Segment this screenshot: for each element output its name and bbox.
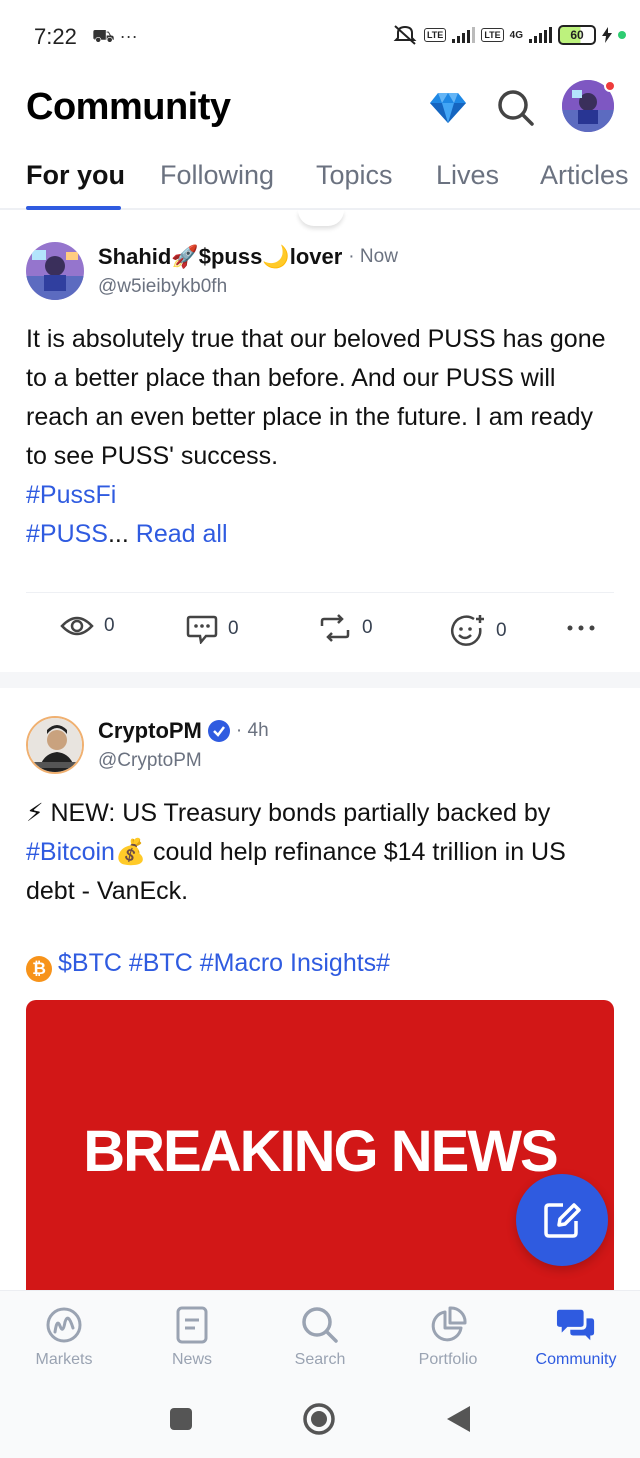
portfolio-icon xyxy=(428,1305,468,1345)
active-tab-indicator xyxy=(26,206,121,210)
eye-icon xyxy=(60,616,94,636)
views-action[interactable]: 0 xyxy=(60,614,115,638)
author-handle: @CryptoPM xyxy=(98,750,202,771)
signal-icon xyxy=(452,27,476,43)
tab-bar: For you Following Topics Lives Articles xyxy=(0,150,640,210)
search-icon xyxy=(300,1305,340,1345)
read-all-link[interactable]: Read all xyxy=(136,520,228,548)
recent-apps-button[interactable] xyxy=(168,1406,194,1437)
tab-lives[interactable]: Lives xyxy=(436,160,499,191)
nav-portfolio-label: Portfolio xyxy=(418,1351,478,1368)
post-text[interactable]: It is absolutely true that our beloved P… xyxy=(26,320,616,554)
repost-action[interactable]: 0 xyxy=(318,614,373,642)
coin-tags[interactable]: $BTC #BTC #Macro Insights# xyxy=(58,949,390,977)
markets-icon xyxy=(44,1305,84,1345)
author-line: Shahid🚀$puss🌙lover · Now xyxy=(98,244,398,270)
post-body-text: ⚡ NEW: US Treasury bonds partially backe… xyxy=(26,799,551,827)
nav-portfolio[interactable]: Portfolio xyxy=(384,1291,512,1381)
post-time: · 4h xyxy=(235,720,269,741)
author-avatar[interactable] xyxy=(26,242,84,300)
post-separator xyxy=(0,672,640,688)
system-nav-bar xyxy=(0,1380,640,1458)
volte-icon: LTE xyxy=(423,28,447,42)
diamond-icon[interactable] xyxy=(424,84,472,132)
page-title: Community xyxy=(26,86,231,128)
hashtag-link[interactable]: #PUSS xyxy=(26,520,108,548)
status-time: 7:22 xyxy=(34,24,77,49)
author-handle: @w5ieibykb0fh xyxy=(98,276,228,297)
comment-action[interactable]: 0 xyxy=(186,614,239,644)
status-notification-icons: ⛟ ··· xyxy=(92,26,138,46)
author-name[interactable]: Shahid🚀$puss🌙lover xyxy=(98,244,342,270)
tab-articles[interactable]: Articles xyxy=(540,160,629,191)
hashtag-link[interactable]: #Bitcoin xyxy=(26,838,115,866)
react-action[interactable]: 0 xyxy=(450,614,507,648)
chat-bubbles-icon xyxy=(556,1305,596,1345)
back-button[interactable] xyxy=(444,1404,472,1439)
mute-icon xyxy=(393,25,417,45)
author-line: CryptoPM · 4h xyxy=(98,718,269,744)
divider xyxy=(26,592,614,593)
bottom-nav: Markets News Search Portfolio Community xyxy=(0,1290,640,1380)
bitcoin-icon: ₿ xyxy=(26,955,52,982)
status-right-icons: LTE LTE 4G 60 xyxy=(392,24,626,46)
header: Community xyxy=(0,70,640,150)
tab-for-you[interactable]: For you xyxy=(26,160,125,191)
news-icon xyxy=(172,1305,212,1345)
add-reaction-icon xyxy=(451,615,484,646)
tab-topics[interactable]: Topics xyxy=(316,160,393,191)
more-options-icon[interactable] xyxy=(566,614,596,642)
reposts-count: 0 xyxy=(362,617,373,638)
notification-dot xyxy=(604,80,616,92)
volte-icon-2: LTE xyxy=(481,28,504,42)
nav-markets-label: Markets xyxy=(35,1351,93,1368)
reactions-count: 0 xyxy=(496,620,507,641)
nav-news-label: News xyxy=(171,1351,212,1368)
charging-dot xyxy=(618,31,626,39)
post-tags: ₿ $BTC #BTC #Macro Insights# xyxy=(26,944,616,983)
nav-markets[interactable]: Markets xyxy=(0,1291,128,1381)
post-image-text: BREAKING NEWS xyxy=(83,1119,558,1184)
refresh-indicator xyxy=(298,210,344,226)
signal-icon-2 xyxy=(529,27,552,43)
charging-icon xyxy=(602,27,612,43)
comment-icon xyxy=(186,615,218,644)
author-avatar[interactable] xyxy=(26,716,84,774)
compose-post-button[interactable] xyxy=(516,1174,608,1266)
hashtag-link[interactable]: #PussFi xyxy=(26,481,116,509)
home-button[interactable] xyxy=(302,1402,336,1441)
nav-community-label: Community xyxy=(535,1351,617,1368)
repost-icon xyxy=(320,614,350,642)
author-name[interactable]: CryptoPM xyxy=(98,718,202,744)
post-actions: 0 0 0 0 xyxy=(0,614,640,654)
profile-avatar[interactable] xyxy=(562,80,616,132)
search-icon[interactable] xyxy=(492,84,540,132)
views-count: 0 xyxy=(104,615,115,636)
post-text[interactable]: ⚡ NEW: US Treasury bonds partially backe… xyxy=(26,794,616,911)
tab-following[interactable]: Following xyxy=(160,160,274,191)
nav-search[interactable]: Search xyxy=(256,1291,384,1381)
network-label: 4G xyxy=(509,29,523,41)
nav-search-label: Search xyxy=(294,1351,346,1368)
nav-community[interactable]: Community xyxy=(512,1291,640,1381)
comments-count: 0 xyxy=(228,618,239,639)
nav-news[interactable]: News xyxy=(128,1291,256,1381)
post-time: · Now xyxy=(348,246,398,267)
verified-badge-icon xyxy=(207,720,230,742)
ellipsis: ... xyxy=(107,520,129,548)
post-body-text: It is absolutely true that our beloved P… xyxy=(26,325,606,470)
battery-icon: 60 xyxy=(558,25,596,45)
status-bar: 7:22 ⛟ ··· LTE LTE 4G 60 xyxy=(0,0,640,70)
edit-icon xyxy=(544,1203,581,1238)
post-card[interactable]: Shahid🚀$puss🌙lover · Now @w5ieibykb0fh I… xyxy=(0,230,640,670)
post-image[interactable]: BREAKING NEWS xyxy=(26,1000,614,1300)
